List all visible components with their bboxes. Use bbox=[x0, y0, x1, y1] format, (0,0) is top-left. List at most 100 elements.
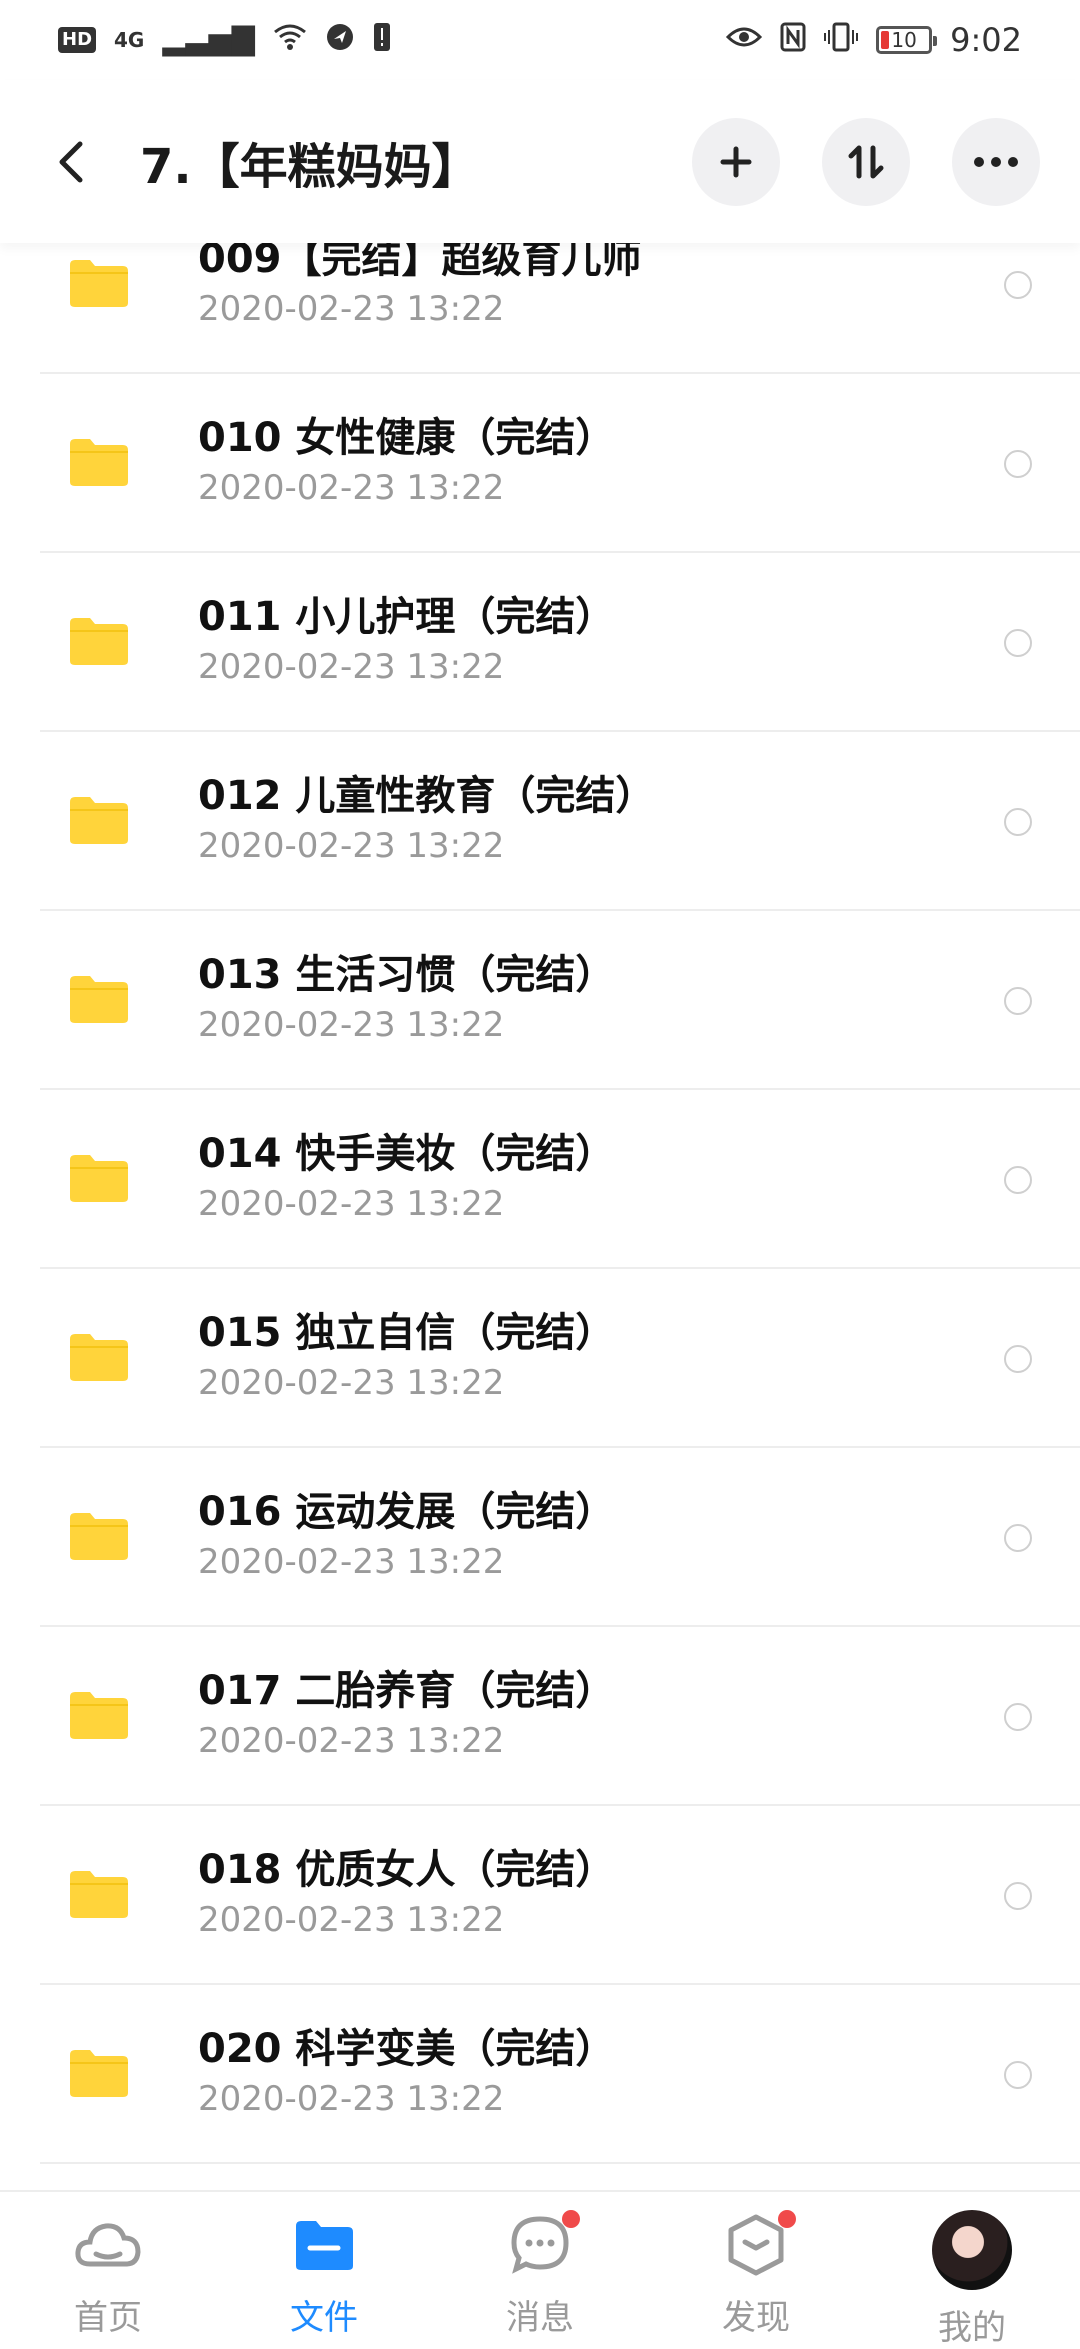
alert-icon bbox=[373, 22, 391, 58]
file-date: 2020-02-23 13:22 bbox=[198, 1363, 615, 1403]
file-name: 017 二胎养育（完结） bbox=[198, 1667, 615, 1715]
nav-mine-label: 我的 bbox=[938, 2300, 1006, 2349]
file-name: 012 儿童性教育（完结） bbox=[198, 772, 655, 820]
hd-badge: HD bbox=[58, 27, 96, 53]
folder-icon bbox=[68, 436, 130, 488]
select-checkbox[interactable] bbox=[1004, 1703, 1032, 1731]
file-date: 2020-02-23 13:22 bbox=[198, 1900, 615, 1940]
select-checkbox[interactable] bbox=[1004, 2061, 1032, 2089]
more-button[interactable] bbox=[952, 118, 1040, 206]
file-text: 020 科学变美（完结） 2020-02-23 13:22 bbox=[198, 2025, 615, 2119]
file-text: 012 儿童性教育（完结） 2020-02-23 13:22 bbox=[198, 772, 655, 866]
nav-discover-label: 发现 bbox=[722, 2290, 790, 2339]
file-row[interactable]: 020 科学变美（完结） 2020-02-23 13:22 bbox=[40, 1985, 1080, 2164]
folder-icon bbox=[68, 794, 130, 846]
nav-mine[interactable]: 我的 bbox=[882, 2210, 1062, 2349]
folder-icon bbox=[68, 257, 130, 309]
select-checkbox[interactable] bbox=[1004, 629, 1032, 657]
back-button[interactable] bbox=[40, 122, 100, 202]
battery-indicator: 10 bbox=[876, 26, 932, 54]
cloud-icon bbox=[73, 2210, 143, 2280]
select-checkbox[interactable] bbox=[1004, 1882, 1032, 1910]
file-text: 013 生活习惯（完结） 2020-02-23 13:22 bbox=[198, 951, 615, 1045]
file-date: 2020-02-23 13:22 bbox=[198, 289, 642, 329]
nav-home-label: 首页 bbox=[74, 2290, 142, 2339]
folder-icon bbox=[68, 1152, 130, 1204]
select-checkbox[interactable] bbox=[1004, 450, 1032, 478]
file-row[interactable]: 010 女性健康（完结） 2020-02-23 13:22 bbox=[40, 374, 1080, 553]
discover-badge bbox=[778, 2210, 796, 2228]
chevron-left-icon bbox=[56, 140, 84, 184]
status-left: HD 4G ▂▃▅▇ bbox=[58, 22, 391, 58]
folder-icon bbox=[68, 1868, 130, 1920]
select-checkbox[interactable] bbox=[1004, 271, 1032, 299]
status-bar: HD 4G ▂▃▅▇ 10 9:02 bbox=[0, 0, 1080, 80]
file-list[interactable]: 009【完结】超级育儿师 2020-02-23 13:22 010 女性健康（完… bbox=[0, 195, 1080, 2195]
file-text: 011 小儿护理（完结） 2020-02-23 13:22 bbox=[198, 593, 615, 687]
file-row[interactable]: 013 生活习惯（完结） 2020-02-23 13:22 bbox=[40, 911, 1080, 1090]
folder-icon bbox=[68, 2047, 130, 2099]
file-row[interactable]: 012 儿童性教育（完结） 2020-02-23 13:22 bbox=[40, 732, 1080, 911]
select-checkbox[interactable] bbox=[1004, 987, 1032, 1015]
add-button[interactable] bbox=[692, 118, 780, 206]
file-date: 2020-02-23 13:22 bbox=[198, 1542, 615, 1582]
bottom-nav: 首页 文件 消息 发现 我的 bbox=[0, 2190, 1080, 2340]
file-name: 011 小儿护理（完结） bbox=[198, 593, 615, 641]
nav-discover[interactable]: 发现 bbox=[666, 2210, 846, 2339]
clock: 9:02 bbox=[950, 21, 1022, 59]
file-date: 2020-02-23 13:22 bbox=[198, 647, 615, 687]
avatar bbox=[932, 2210, 1012, 2290]
folder-icon bbox=[68, 1689, 130, 1741]
more-horizontal-icon bbox=[973, 156, 1019, 168]
file-name: 020 科学变美（完结） bbox=[198, 2025, 615, 2073]
file-text: 015 独立自信（完结） 2020-02-23 13:22 bbox=[198, 1309, 615, 1403]
file-name: 014 快手美妆（完结） bbox=[198, 1130, 615, 1178]
nav-messages[interactable]: 消息 bbox=[450, 2210, 630, 2339]
file-name: 013 生活习惯（完结） bbox=[198, 951, 615, 999]
select-checkbox[interactable] bbox=[1004, 1166, 1032, 1194]
sort-icon bbox=[846, 142, 886, 182]
network-type: 4G bbox=[114, 28, 144, 52]
file-row[interactable]: 015 独立自信（完结） 2020-02-23 13:22 bbox=[40, 1269, 1080, 1448]
sort-button[interactable] bbox=[822, 118, 910, 206]
wifi-icon bbox=[273, 23, 307, 57]
nav-files[interactable]: 文件 bbox=[234, 2210, 414, 2339]
nav-files-label: 文件 bbox=[290, 2290, 358, 2339]
file-text: 018 优质女人（完结） 2020-02-23 13:22 bbox=[198, 1846, 615, 1940]
nav-home[interactable]: 首页 bbox=[18, 2210, 198, 2339]
file-text: 009【完结】超级育儿师 2020-02-23 13:22 bbox=[198, 235, 642, 329]
top-bar: 7.【年糕妈妈】 bbox=[0, 80, 1080, 243]
file-date: 2020-02-23 13:22 bbox=[198, 2079, 615, 2119]
file-date: 2020-02-23 13:22 bbox=[198, 1184, 615, 1224]
page-title: 7.【年糕妈妈】 bbox=[140, 127, 692, 197]
signal-icon: ▂▃▅▇ bbox=[162, 25, 254, 55]
status-right: 10 9:02 bbox=[726, 21, 1022, 59]
eye-icon bbox=[726, 25, 762, 55]
file-text: 014 快手美妆（完结） 2020-02-23 13:22 bbox=[198, 1130, 615, 1224]
file-date: 2020-02-23 13:22 bbox=[198, 1721, 615, 1761]
file-row[interactable]: 011 小儿护理（完结） 2020-02-23 13:22 bbox=[40, 553, 1080, 732]
file-name: 015 独立自信（完结） bbox=[198, 1309, 615, 1357]
folder-icon bbox=[68, 1331, 130, 1383]
file-text: 010 女性健康（完结） 2020-02-23 13:22 bbox=[198, 414, 615, 508]
file-name: 010 女性健康（完结） bbox=[198, 414, 615, 462]
header-actions bbox=[692, 118, 1040, 206]
file-row[interactable]: 016 运动发展（完结） 2020-02-23 13:22 bbox=[40, 1448, 1080, 1627]
select-checkbox[interactable] bbox=[1004, 1345, 1032, 1373]
nav-messages-label: 消息 bbox=[506, 2290, 574, 2339]
file-name: 016 运动发展（完结） bbox=[198, 1488, 615, 1536]
file-date: 2020-02-23 13:22 bbox=[198, 1005, 615, 1045]
file-row[interactable]: 014 快手美妆（完结） 2020-02-23 13:22 bbox=[40, 1090, 1080, 1269]
select-checkbox[interactable] bbox=[1004, 1524, 1032, 1552]
folder-icon bbox=[68, 1510, 130, 1562]
select-checkbox[interactable] bbox=[1004, 808, 1032, 836]
location-icon bbox=[325, 22, 355, 58]
file-row[interactable]: 018 优质女人（完结） 2020-02-23 13:22 bbox=[40, 1806, 1080, 1985]
file-date: 2020-02-23 13:22 bbox=[198, 468, 615, 508]
file-row[interactable]: 017 二胎养育（完结） 2020-02-23 13:22 bbox=[40, 1627, 1080, 1806]
plus-icon bbox=[719, 145, 753, 179]
file-date: 2020-02-23 13:22 bbox=[198, 826, 655, 866]
file-text: 017 二胎养育（完结） 2020-02-23 13:22 bbox=[198, 1667, 615, 1761]
file-name: 018 优质女人（完结） bbox=[198, 1846, 615, 1894]
file-text: 016 运动发展（完结） 2020-02-23 13:22 bbox=[198, 1488, 615, 1582]
